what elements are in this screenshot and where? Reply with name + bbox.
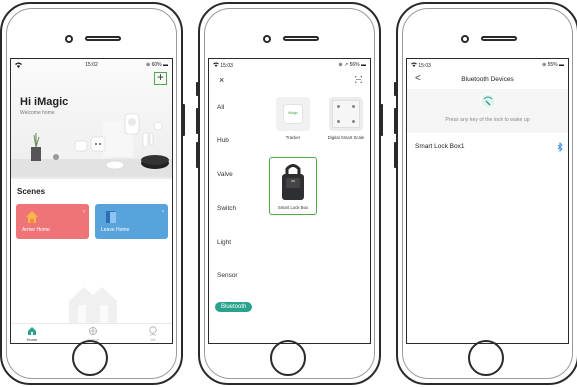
home-icon	[28, 327, 36, 335]
home-screen: 15:02 ⊕ 60% ▬ + Hi iMagic Welcome home S…	[10, 58, 173, 344]
door-icon	[106, 211, 116, 223]
category-valve[interactable]: Valve	[217, 171, 233, 178]
product-tracker[interactable]: iMagic Tracker	[269, 97, 317, 140]
smart-devices-illustration	[11, 113, 172, 177]
scale-icon	[329, 97, 363, 131]
volume-up-button	[0, 108, 1, 134]
status-time: 15:03	[213, 62, 233, 69]
person-icon	[149, 326, 157, 336]
device-row-smart-lock-box1[interactable]: Smart Lock Box1	[407, 141, 568, 155]
tab-home[interactable]: Home	[17, 326, 47, 342]
product-label: Tracker	[285, 135, 301, 140]
home-button	[468, 340, 504, 376]
scene-label: Leave Home	[101, 227, 130, 233]
close-button[interactable]: ×	[219, 75, 224, 85]
volume-up-button	[394, 108, 397, 134]
house-watermark	[69, 287, 117, 325]
product-digital-smart-scale[interactable]: Digital Smart Scale	[322, 97, 370, 140]
scene-card-leave-home[interactable]: › Leave Home	[95, 204, 168, 239]
chevron-right-icon: ›	[162, 209, 164, 215]
earpiece-speaker	[85, 36, 121, 41]
front-camera	[461, 35, 469, 43]
scene-label: Arrive Home	[22, 227, 50, 233]
phone-frame-home: 15:02 ⊕ 60% ▬ + Hi iMagic Welcome home S…	[0, 2, 185, 385]
category-switch[interactable]: Switch	[217, 205, 236, 212]
scan-icon[interactable]	[355, 76, 362, 83]
tab-me[interactable]: Me	[138, 326, 168, 342]
front-camera	[263, 35, 271, 43]
scene-icon	[89, 327, 97, 335]
home-button	[270, 340, 306, 376]
mute-switch	[394, 82, 397, 96]
status-time: 15:03	[411, 62, 431, 69]
lock-box-icon	[282, 164, 304, 200]
chevron-right-icon: ›	[83, 209, 85, 215]
bluetooth-icon	[557, 142, 563, 152]
add-device-screen: 15:03 ⊕ ↗ 56% ▬ × All Hub Valve Switch L…	[208, 58, 371, 344]
battery-indicator: ⊕ 55% ▬	[542, 62, 564, 68]
home-button	[72, 340, 108, 376]
scene-card-arrive-home[interactable]: › Arrive Home	[16, 204, 89, 239]
battery-indicator: ⊕ ↗ 56% ▬	[338, 62, 366, 68]
wifi-icon	[213, 62, 219, 67]
bluetooth-devices-screen: 15:03 ⊕ 55% ▬ < Bluetooth Devices Press …	[406, 58, 569, 344]
tracker-icon: iMagic	[276, 97, 310, 131]
key-press-icon	[480, 93, 496, 109]
volume-down-button	[394, 142, 397, 168]
status-bar: 15:03 ⊕ ↗ 56% ▬	[213, 62, 366, 70]
product-label: Digital Smart Scale	[327, 135, 365, 140]
mute-switch	[196, 82, 199, 96]
volume-down-button	[0, 142, 1, 168]
category-bluetooth[interactable]: Bluetooth	[215, 302, 253, 312]
navigation-bar: < Bluetooth Devices	[407, 71, 568, 87]
phone-frame-bluetooth-devices: 15:03 ⊕ 55% ▬ < Bluetooth Devices Press …	[394, 2, 577, 385]
house-icon	[26, 211, 38, 223]
battery-indicator: ⊕ 60% ▬	[146, 62, 168, 68]
wake-hint-text: Press any key of the lock to wake up	[445, 117, 530, 123]
power-button	[182, 104, 185, 136]
scenes-heading: Scenes	[17, 187, 46, 196]
product-smart-lock-box[interactable]: Smart Lock Box	[269, 157, 317, 215]
earpiece-speaker	[283, 36, 319, 41]
front-camera	[65, 35, 73, 43]
category-sensor[interactable]: Sensor	[217, 272, 238, 279]
status-bar: 15:03 ⊕ 55% ▬	[411, 62, 564, 70]
category-all[interactable]: All	[217, 104, 224, 111]
earpiece-speaker	[481, 36, 517, 41]
product-label: Smart Lock Box	[277, 205, 309, 210]
phone-frame-add-device: 15:03 ⊕ ↗ 56% ▬ × All Hub Valve Switch L…	[196, 2, 383, 385]
wake-hint-panel: Press any key of the lock to wake up	[407, 89, 568, 133]
category-hub[interactable]: Hub	[217, 137, 229, 144]
close-icon: ×	[219, 75, 225, 85]
volume-down-button	[196, 142, 199, 168]
add-device-button[interactable]: +	[154, 70, 167, 85]
page-title: Bluetooth Devices	[461, 76, 514, 83]
wifi-icon	[411, 62, 417, 67]
device-name: Smart Lock Box1	[415, 143, 465, 150]
power-button	[380, 104, 383, 136]
status-bar: 15:02 ⊕ 60% ▬	[15, 62, 168, 70]
tracker-brand: iMagic	[287, 111, 299, 115]
category-light[interactable]: Light	[217, 239, 231, 246]
mute-switch	[0, 82, 1, 96]
volume-up-button	[196, 108, 199, 134]
plus-icon: +	[156, 70, 164, 84]
